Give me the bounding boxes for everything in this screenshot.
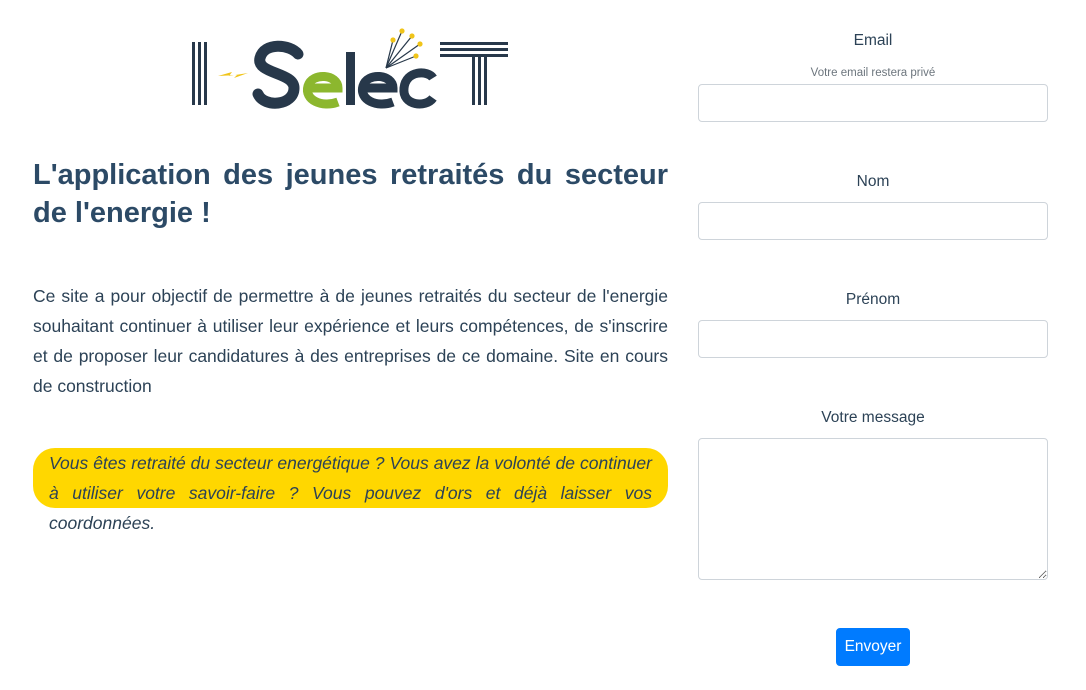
callout-banner: Vous êtes retraité du secteur energétiqu… xyxy=(33,448,668,533)
nom-label: Nom xyxy=(856,173,890,190)
prenom-field[interactable] xyxy=(698,320,1048,358)
message-textarea[interactable] xyxy=(698,438,1048,580)
callout-text: Vous êtes retraité du secteur energétiqu… xyxy=(49,453,652,533)
page-title: L'application des jeunes retraités du se… xyxy=(33,159,668,229)
nom-field[interactable] xyxy=(698,202,1048,240)
email-help-text: Votre email restera privé xyxy=(810,67,936,79)
submit-button[interactable]: Envoyer xyxy=(836,628,910,666)
i-select-logo xyxy=(190,28,512,110)
prenom-label: Prénom xyxy=(845,291,901,308)
message-label: Votre message xyxy=(821,409,925,426)
intro-paragraph: Ce site a pour objectif de permettre à d… xyxy=(33,286,668,396)
email-label: Email xyxy=(853,32,893,49)
email-field[interactable] xyxy=(698,84,1048,122)
